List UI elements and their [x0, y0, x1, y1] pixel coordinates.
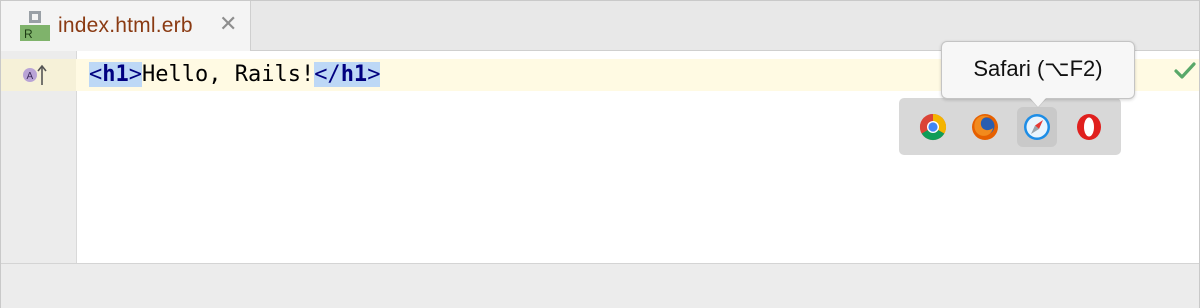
browser-button-safari[interactable]	[1017, 107, 1057, 147]
file-icon-letter: R	[24, 27, 33, 41]
firefox-icon	[972, 114, 998, 140]
safari-icon	[1024, 114, 1050, 140]
tag-content: Hello, Rails!	[142, 62, 315, 87]
check-icon	[1174, 62, 1196, 79]
browser-button-firefox[interactable]	[965, 107, 1005, 147]
gutter-marker-letter: A	[27, 71, 34, 82]
open-tag: <h1>	[89, 62, 142, 87]
tooltip-text: Safari (⌥F2)	[973, 56, 1103, 81]
opera-icon	[1077, 114, 1101, 140]
chrome-icon	[919, 113, 947, 141]
bottom-panel	[1, 263, 1199, 308]
browser-button-opera[interactable]	[1069, 107, 1109, 147]
code-line-1[interactable]: <h1>Hello, Rails!</h1>	[89, 60, 381, 90]
tab-title: index.html.erb	[58, 14, 193, 37]
browser-button-chrome[interactable]	[913, 107, 953, 147]
tooltip-arrow	[1030, 98, 1046, 107]
close-icon[interactable]: ✕	[219, 13, 237, 35]
annotation-up-arrow-icon[interactable]: A	[22, 63, 48, 87]
tab-index-html-erb[interactable]: R index.html.erb ✕	[1, 1, 251, 51]
browser-tooltip: Safari (⌥F2)	[941, 41, 1135, 99]
open-in-browser-popup	[899, 98, 1121, 155]
erb-file-icon: R	[20, 11, 50, 41]
editor-window: R index.html.erb ✕ A <h1>Hello, Rails!</…	[0, 0, 1200, 308]
close-tag: </h1>	[314, 62, 381, 87]
